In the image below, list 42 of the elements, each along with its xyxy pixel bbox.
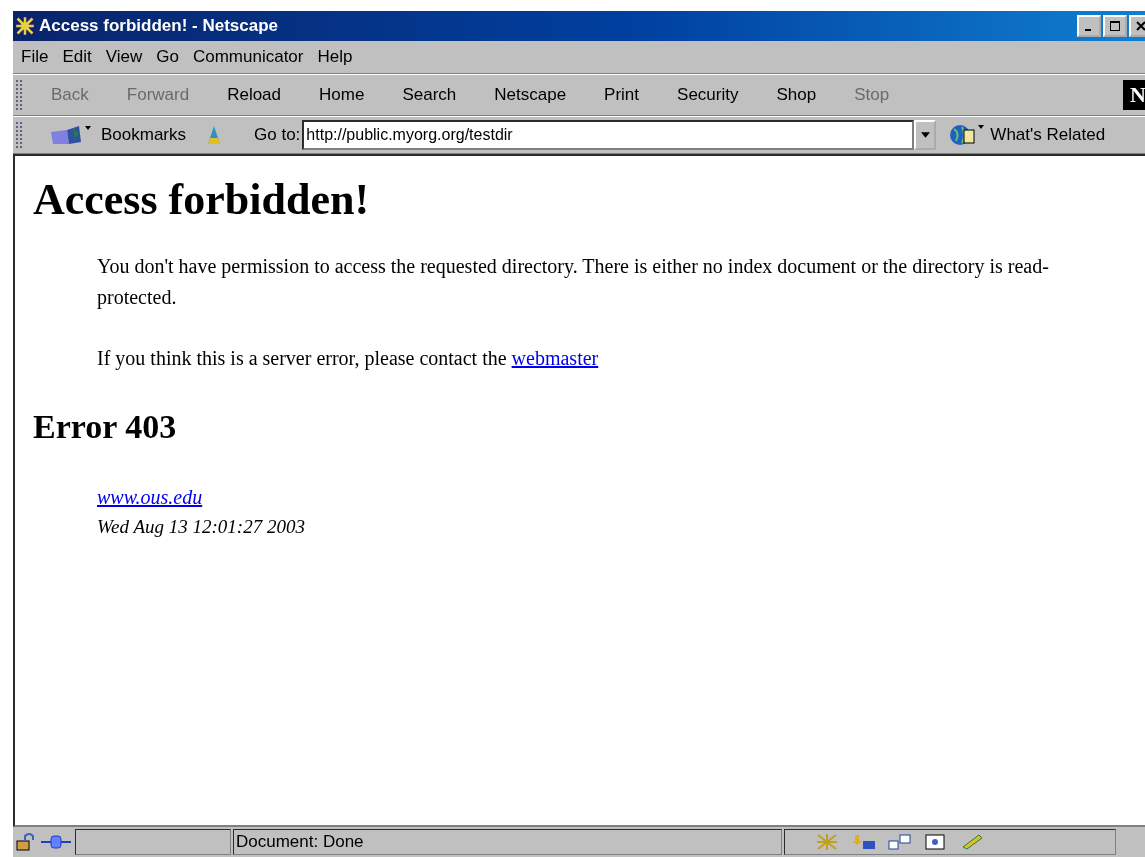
close-icon	[1136, 21, 1145, 31]
mail-icon[interactable]	[851, 833, 877, 851]
toolbar-button[interactable]: Shop	[776, 85, 817, 105]
menu-item[interactable]: Communicator	[192, 47, 304, 67]
whats-related-button[interactable]: What's Related	[990, 125, 1106, 145]
bookmarks-button[interactable]: Bookmarks	[101, 125, 187, 145]
toolbar-button[interactable]: Reload	[227, 85, 282, 105]
toolbar-button[interactable]: Home	[319, 85, 365, 105]
site-link[interactable]: www.ous.edu	[97, 482, 203, 512]
toolbar-button[interactable]: Print	[604, 85, 640, 105]
grip-handle[interactable]	[15, 120, 23, 150]
menu-item[interactable]: File	[21, 47, 49, 67]
paragraph: You don't have permission to access the requested directory. There is either no index document or the directory is read-protected.	[97, 254, 1050, 311]
logo: N	[1123, 80, 1145, 110]
maximize-button[interactable]	[1103, 15, 1127, 37]
connection-plug-icon[interactable]	[39, 832, 73, 852]
maximize-icon	[1110, 21, 1120, 31]
dropdown-arrow-icon	[920, 132, 930, 138]
toolbar-button[interactable]: Netscape	[494, 85, 567, 105]
menu-item[interactable]: Help	[317, 47, 353, 67]
go-to-label: Go to:	[254, 125, 301, 145]
webmaster-link[interactable]: webmaster	[511, 347, 599, 369]
menu-item[interactable]: View	[105, 47, 143, 67]
minimize-icon	[1085, 29, 1091, 31]
bookmark-book-icon[interactable]	[49, 124, 93, 146]
status-text: Document: Done	[236, 832, 364, 852]
menu-item[interactable]: Go	[156, 47, 179, 67]
padlock-icon[interactable]	[15, 832, 37, 852]
toolbar-button[interactable]: Search	[402, 85, 457, 105]
window-title: Access forbidden! - Netscape	[39, 16, 278, 36]
page-heading: Access forbidden!	[33, 174, 371, 225]
grip-handle[interactable]	[15, 79, 23, 111]
dropdown-button[interactable]	[914, 120, 937, 150]
url-field[interactable]: http://public.myorg.org/testdir	[302, 120, 915, 150]
menu-item[interactable]: Edit	[62, 47, 92, 67]
toolbar-button[interactable]: Security	[677, 85, 739, 105]
date-text: Wed Aug 13 12:01:27 2003	[97, 515, 305, 539]
error-heading: Error 403	[33, 408, 178, 446]
chat-icon[interactable]	[887, 833, 913, 851]
minimize-button[interactable]	[1077, 15, 1101, 37]
contact-text: If you think this is a server error, please contact the	[97, 347, 507, 369]
netscape-icon	[15, 16, 35, 36]
